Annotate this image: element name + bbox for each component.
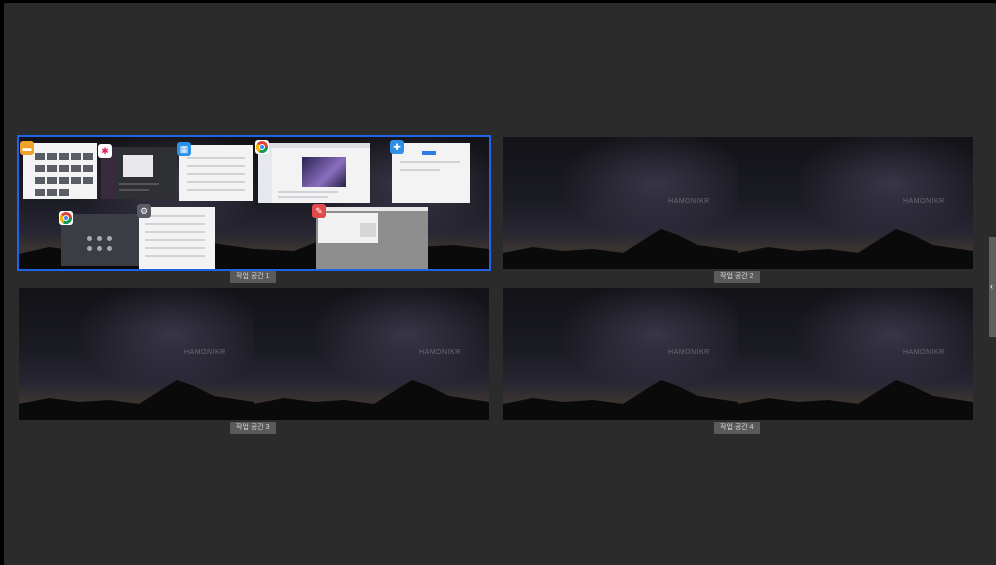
workspace-1[interactable]: ▬ ✱ ▦ ⚙ ✚ ✎ <box>17 135 491 271</box>
paint-window[interactable] <box>316 207 428 269</box>
workspace-3-monitor-left: HAMONIKR <box>19 288 254 420</box>
wallpaper-logo: HAMONIKR <box>668 349 710 356</box>
workspace-3[interactable]: HAMONIKR HAMONIKR <box>19 288 489 420</box>
mountain-silhouette <box>19 380 254 420</box>
wallpaper-logo: HAMONIKR <box>184 349 226 356</box>
mountain-silhouette <box>503 229 738 269</box>
mountain-silhouette <box>254 380 489 420</box>
wallpaper-logo: HAMONIKR <box>668 198 710 205</box>
chrome-icon <box>59 211 73 225</box>
wallpaper-logo: HAMONIKR <box>903 198 945 205</box>
workspace-1-monitor-left: ▬ ✱ ▦ ⚙ <box>19 137 254 269</box>
folder-icon: ▬ <box>20 141 34 155</box>
mountain-silhouette <box>503 380 738 420</box>
workspace-1-monitor-right: ✚ ✎ <box>254 137 489 269</box>
chevron-left-icon: ‹ <box>990 281 993 291</box>
slack-window[interactable] <box>101 147 177 199</box>
chrome-icon <box>255 140 269 154</box>
files-window[interactable] <box>23 143 97 199</box>
workspace-label-1: 작업 공간 1 <box>230 271 276 283</box>
workspace-3-monitor-right: HAMONIKR <box>254 288 489 420</box>
workspace-label-2: 작업 공간 2 <box>714 271 760 283</box>
workspace-2[interactable]: HAMONIKR HAMONIKR <box>503 137 973 269</box>
app-icon: ▦ <box>177 142 191 156</box>
wallpaper-logo: HAMONIKR <box>419 349 461 356</box>
workspace-4-monitor-right: HAMONIKR <box>738 288 973 420</box>
workspace-2-monitor-right: HAMONIKR <box>738 137 973 269</box>
workspace-label-3: 작업 공간 3 <box>230 422 276 434</box>
mountain-silhouette <box>738 229 973 269</box>
workspace-4-monitor-left: HAMONIKR <box>503 288 738 420</box>
mountain-silhouette <box>738 380 973 420</box>
puzzle-icon: ✚ <box>390 140 404 154</box>
wallpaper-logo: HAMONIKR <box>903 349 945 356</box>
settings-icon: ⚙ <box>137 204 151 218</box>
side-panel-handle[interactable]: ‹ <box>989 237 996 337</box>
workspace-label-4: 작업 공간 4 <box>714 422 760 434</box>
workspace-2-monitor-left: HAMONIKR <box>503 137 738 269</box>
browser-window[interactable] <box>258 143 370 203</box>
workspace-4[interactable]: HAMONIKR HAMONIKR <box>503 288 973 420</box>
slack-icon: ✱ <box>98 144 112 158</box>
workspace-overview: ▬ ✱ ▦ ⚙ ✚ ✎ 작업 공간 1 HAMONIKR HAMONIKR 작업… <box>4 3 996 565</box>
brush-icon: ✎ <box>312 204 326 218</box>
